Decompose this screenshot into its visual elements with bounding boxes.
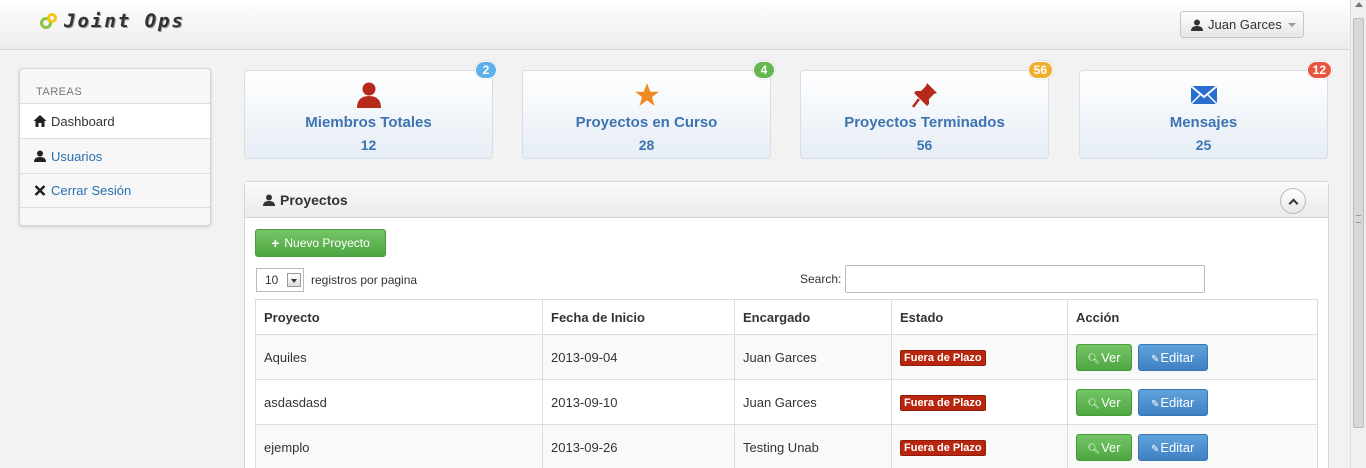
sidebar-item-usuarios[interactable]: Usuarios: [20, 138, 210, 173]
zoom-in-icon: 🔍︎: [1087, 398, 1101, 410]
stat-miembros-totales[interactable]: Miembros Totales 12 2: [244, 61, 497, 159]
page-length-value: 10: [265, 273, 279, 287]
table-row: asdasdasd 2013-09-10 Juan Garces Fuera d…: [255, 379, 1318, 425]
panel-title: Proyectos: [280, 191, 348, 208]
envelope-icon: [1189, 85, 1218, 105]
brand-name: Joint Ops: [64, 10, 185, 32]
notification-badge: 2: [475, 61, 497, 79]
cell-encargado: Juan Garces: [734, 334, 892, 380]
sidebar-header: TAREAS: [36, 86, 83, 98]
scroll-up-arrow-icon[interactable]: [1355, 2, 1363, 7]
sidebar-item-label: Dashboard: [51, 113, 115, 129]
sidebar-item-label: Cerrar Sesión: [51, 183, 132, 198]
search-input[interactable]: [845, 265, 1206, 293]
notification-badge: 4: [753, 61, 775, 79]
edit-button[interactable]: ✎Editar: [1137, 343, 1208, 371]
user-name: Juan Garces: [1208, 17, 1282, 32]
cell-encargado: Juan Garces: [734, 379, 892, 425]
user-menu-button[interactable]: Juan Garces: [1180, 11, 1304, 38]
zoom-in-icon: 🔍︎: [1087, 353, 1101, 365]
column-header-encargado[interactable]: Encargado: [734, 299, 892, 335]
stat-title: Proyectos Terminados: [844, 114, 1005, 131]
table-row: Aquiles 2013-09-04 Juan Garces Fuera de …: [255, 334, 1318, 380]
cell-fecha: 2013-09-10: [542, 379, 735, 425]
sidebar-item-cerrar-sesion[interactable]: Cerrar Sesión: [20, 173, 210, 208]
stat-mensajes[interactable]: Mensajes 25 12: [1079, 61, 1332, 159]
home-icon: [33, 115, 47, 127]
stat-value: 25: [1195, 137, 1212, 153]
stat-proyectos-en-curso[interactable]: Proyectos en Curso 28 4: [522, 61, 775, 159]
stat-proyectos-terminados[interactable]: Proyectos Terminados 56 56: [800, 61, 1053, 159]
dropdown-arrow-icon: [287, 273, 301, 287]
close-icon: [34, 185, 46, 196]
page-length-label: registros por pagina: [311, 273, 418, 287]
sidebar-item-label: Usuarios: [51, 148, 103, 164]
user-icon: [356, 82, 381, 108]
notification-badge: 56: [1027, 61, 1053, 79]
chevron-down-icon: [1287, 22, 1296, 27]
cell-fecha: 2013-09-26: [542, 424, 735, 468]
user-icon: [1191, 19, 1203, 31]
pushpin-icon: [911, 83, 937, 108]
star-icon: [634, 83, 659, 106]
new-project-label: Nuevo Proyecto: [284, 236, 370, 250]
cell-estado: Fuera de Plazo: [891, 379, 1068, 425]
collapse-panel-button[interactable]: [1280, 188, 1306, 214]
stat-value: 28: [638, 137, 655, 153]
column-header-fecha[interactable]: Fecha de Inicio: [542, 299, 735, 335]
status-badge: Fuera de Plazo: [900, 349, 986, 366]
cell-proyecto: asdasdasd: [255, 379, 543, 425]
column-header-accion: Acción: [1067, 299, 1318, 335]
sidebar-item-dashboard[interactable]: Dashboard: [20, 103, 210, 138]
page-length-control: 10 registros por pagina: [256, 268, 417, 292]
cell-accion: 🔍︎Ver ✎Editar: [1067, 379, 1318, 425]
cell-proyecto: ejemplo: [255, 424, 543, 468]
edit-icon: ✎: [1150, 353, 1160, 365]
cell-encargado: Testing Unab: [734, 424, 892, 468]
search-label: Search:: [800, 272, 842, 286]
cell-fecha: 2013-09-04: [542, 334, 735, 380]
status-badge: Fuera de Plazo: [900, 394, 986, 411]
table-row: ejemplo 2013-09-26 Testing Unab Fuera de…: [255, 424, 1318, 468]
cell-accion: 🔍︎Ver ✎Editar: [1067, 334, 1318, 380]
stat-value: 12: [360, 137, 377, 153]
brand-logo-icon: [40, 11, 60, 31]
edit-icon: ✎: [1150, 398, 1160, 410]
view-button[interactable]: 🔍︎Ver: [1076, 433, 1132, 461]
user-icon: [34, 150, 46, 162]
projects-panel: Proyectos + Nuevo Proyecto 10 registros …: [244, 181, 1329, 468]
cell-proyecto: Aquiles: [255, 334, 543, 380]
user-icon: [263, 194, 275, 206]
page-length-select[interactable]: 10: [256, 268, 304, 292]
plus-icon: +: [271, 235, 280, 251]
chevron-up-icon: [1288, 198, 1298, 208]
edit-button[interactable]: ✎Editar: [1137, 388, 1208, 416]
zoom-in-icon: 🔍︎: [1087, 443, 1101, 455]
edit-icon: ✎: [1150, 443, 1160, 455]
stat-title: Proyectos en Curso: [575, 114, 718, 131]
stat-title: Mensajes: [1169, 114, 1238, 131]
new-project-button[interactable]: + Nuevo Proyecto: [255, 229, 386, 257]
scrollbar-thumb[interactable]: [1353, 18, 1364, 428]
cell-estado: Fuera de Plazo: [891, 334, 1068, 380]
stat-title: Miembros Totales: [305, 114, 432, 131]
cell-estado: Fuera de Plazo: [891, 424, 1068, 468]
notification-badge: 12: [1306, 61, 1332, 79]
table-header-row: Proyecto Fecha de Inicio Encargado Estad…: [255, 299, 1318, 335]
top-navbar: Joint Ops Juan Garces: [0, 0, 1350, 50]
sidebar: TAREAS Dashboard Usuarios Cerrar Sesión: [19, 68, 211, 226]
column-header-estado[interactable]: Estado: [891, 299, 1068, 335]
panel-header: Proyectos: [245, 182, 1328, 218]
column-header-proyecto[interactable]: Proyecto: [255, 299, 543, 335]
edit-button[interactable]: ✎Editar: [1137, 433, 1208, 461]
page-scrollbar[interactable]: [1350, 0, 1366, 468]
status-badge: Fuera de Plazo: [900, 439, 986, 456]
cell-accion: 🔍︎Ver ✎Editar: [1067, 424, 1318, 468]
stat-value: 56: [916, 137, 933, 153]
view-button[interactable]: 🔍︎Ver: [1076, 343, 1132, 371]
view-button[interactable]: 🔍︎Ver: [1076, 388, 1132, 416]
search-control: Search:: [800, 265, 1206, 293]
projects-table: Proyecto Fecha de Inicio Encargado Estad…: [255, 299, 1318, 468]
brand[interactable]: Joint Ops: [40, 10, 185, 32]
